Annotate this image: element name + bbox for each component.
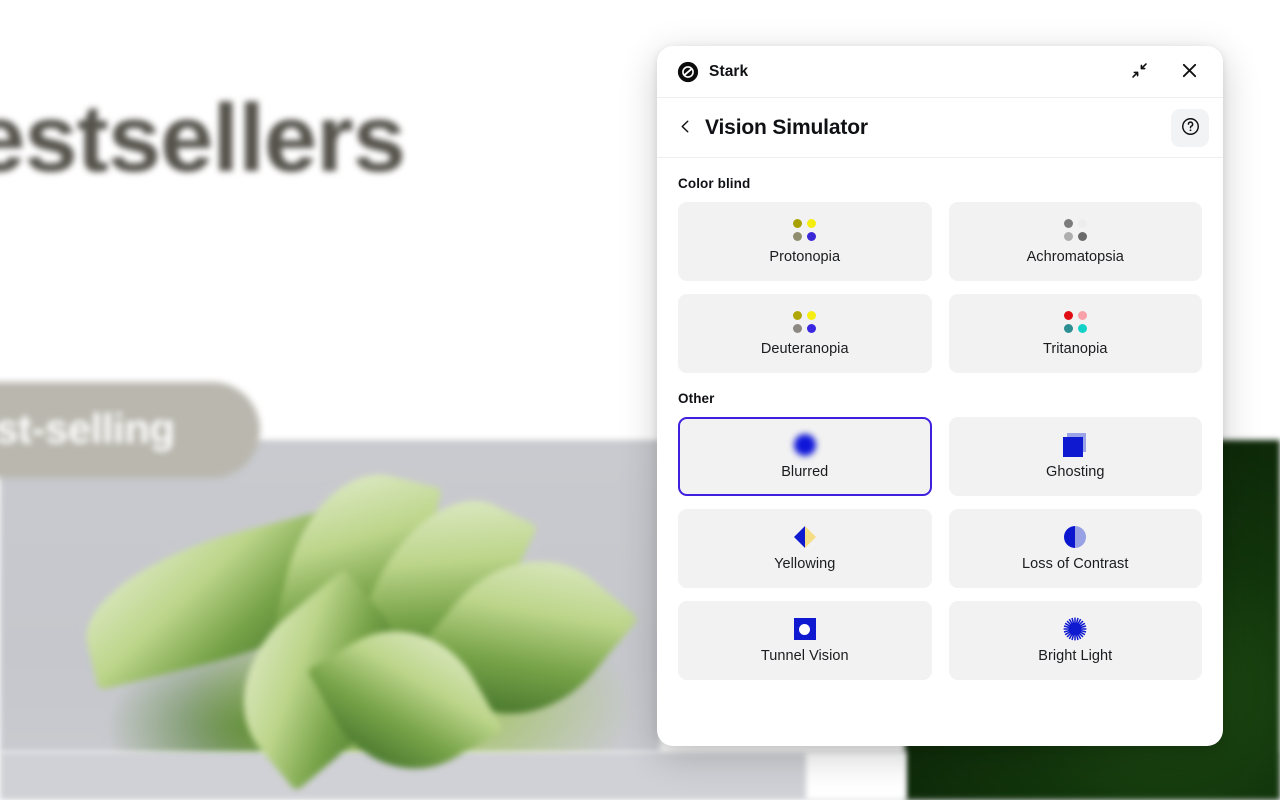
help-button[interactable] [1171, 108, 1209, 147]
bright-light-icon [1062, 617, 1088, 641]
bg-white-gap [806, 752, 906, 800]
panel-body: Color blind Protonopia Achromatopsia Deu… [657, 158, 1223, 746]
section-title-other: Other [678, 391, 715, 406]
option-tunnel-vision[interactable]: Tunnel Vision [678, 601, 932, 680]
bg-page-heading: estsellers [0, 85, 406, 192]
four-dots-icon [1063, 218, 1087, 242]
question-circle-icon [1180, 116, 1201, 140]
option-label: Ghosting [1046, 464, 1105, 480]
blurred-circle-icon [793, 433, 816, 457]
option-bright-light[interactable]: Bright Light [948, 601, 1202, 680]
four-dots-icon [1063, 310, 1087, 334]
collapse-button[interactable] [1123, 56, 1155, 88]
option-label: Deuteranopia [760, 341, 849, 357]
four-dots-icon [793, 218, 817, 242]
four-dots-icon [793, 310, 817, 334]
option-protonopia[interactable]: Protonopia [678, 202, 932, 281]
close-button[interactable] [1173, 56, 1205, 88]
option-label: Tunnel Vision [760, 648, 849, 664]
panel-titlebar: Stark [657, 46, 1223, 98]
option-label: Yellowing [774, 556, 836, 572]
option-label: Tritanopia [1043, 341, 1108, 357]
chevron-left-icon [677, 118, 694, 138]
back-button[interactable] [677, 113, 703, 143]
ghosting-squares-icon [1063, 433, 1087, 457]
brand-name: Stark [709, 62, 749, 80]
option-deuteranopia[interactable]: Deuteranopia [678, 294, 932, 373]
option-blurred[interactable]: Blurred [678, 417, 932, 496]
other-option-grid: Blurred Ghosting Yellowing Loss of Contr… [678, 417, 1202, 680]
bg-badge-label: ost-selling [0, 405, 175, 452]
collapse-arrows-icon [1130, 61, 1149, 83]
tunnel-vision-icon [793, 617, 816, 641]
yellowing-diamond-icon [793, 525, 817, 549]
option-loss-of-contrast[interactable]: Loss of Contrast [948, 509, 1202, 588]
option-label: Achromatopsia [1026, 249, 1124, 265]
option-achromatopsia[interactable]: Achromatopsia [948, 202, 1202, 281]
color-blind-option-grid: Protonopia Achromatopsia Deuteranopia Tr… [678, 202, 1202, 373]
option-ghosting[interactable]: Ghosting [948, 417, 1202, 496]
close-icon [1180, 61, 1199, 83]
page-title: Vision Simulator [705, 115, 868, 139]
option-label: Loss of Contrast [1022, 556, 1129, 572]
brand: Stark [677, 61, 748, 83]
stark-panel: Stark Vision Simulator Color blind Proto… [657, 46, 1223, 746]
panel-subheader: Vision Simulator [657, 98, 1223, 158]
screen: estsellers ost-selling Stark [0, 0, 1280, 800]
option-label: Blurred [781, 464, 829, 480]
option-label: Protonopia [769, 249, 841, 265]
stark-logo-icon [677, 61, 699, 83]
section-title-color-blind: Color blind [678, 176, 751, 191]
half-tone-circle-icon [1064, 525, 1087, 549]
option-tritanopia[interactable]: Tritanopia [948, 294, 1202, 373]
option-yellowing[interactable]: Yellowing [678, 509, 932, 588]
option-label: Bright Light [1038, 648, 1113, 664]
bg-product-photo-left [0, 440, 660, 800]
